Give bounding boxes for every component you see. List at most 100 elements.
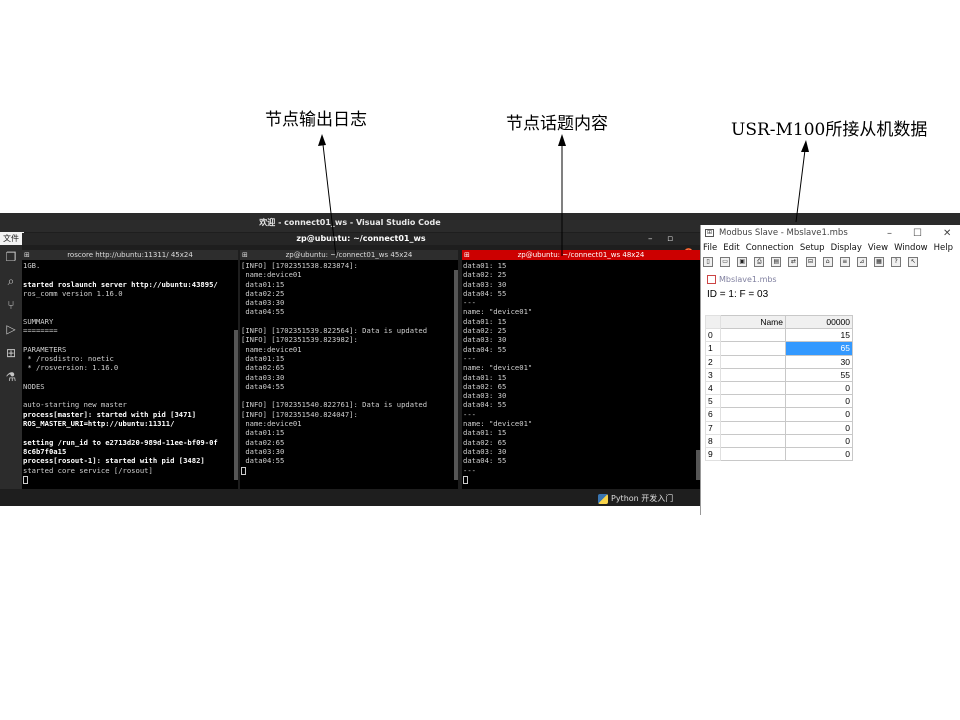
pane-title-text: roscore http://ubuntu:11311/ 45x24 bbox=[67, 251, 193, 259]
vscode-title: 欢迎 - connect01_ws - Visual Studio Code bbox=[0, 213, 700, 232]
corner-cell bbox=[705, 314, 721, 330]
connect-icon[interactable]: ⇄ bbox=[788, 257, 799, 267]
menu-connection[interactable]: Connection bbox=[746, 243, 794, 253]
menu-file[interactable]: 文件 bbox=[3, 233, 19, 244]
value-cell[interactable]: 30 bbox=[785, 354, 853, 369]
modbus-app-icon: ⊞ bbox=[705, 229, 714, 237]
terminal-line: data02: 25 bbox=[463, 326, 507, 336]
setup-icon[interactable]: ⌂ bbox=[822, 257, 833, 267]
document-icon bbox=[707, 275, 716, 284]
terminal-line: process[rosout-1]: started with pid [348… bbox=[23, 456, 205, 466]
value-cell[interactable]: 0 bbox=[785, 407, 853, 422]
menu-view[interactable]: View bbox=[868, 243, 888, 253]
window-icon[interactable]: ▤ bbox=[771, 257, 782, 267]
name-cell[interactable] bbox=[720, 328, 786, 343]
explorer-icon[interactable]: ❐ bbox=[0, 245, 22, 269]
open-icon[interactable]: ▭ bbox=[720, 257, 731, 267]
terminal-line: PARAMETERS bbox=[23, 344, 67, 354]
display-icon[interactable]: ≡ bbox=[839, 257, 850, 267]
scrollbar[interactable] bbox=[234, 330, 238, 480]
pane-title: ⊞ zp@ubuntu: ~/connect01_ws 48x24 bbox=[462, 250, 700, 260]
extensions-icon[interactable]: ⊞ bbox=[0, 341, 22, 365]
run-debug-icon[interactable]: ▷ bbox=[0, 317, 22, 341]
context-help-icon[interactable]: ↖ bbox=[908, 257, 919, 267]
terminal-pane-topic[interactable]: ⊞ zp@ubuntu: ~/connect01_ws 48x24 data01… bbox=[462, 250, 700, 489]
graph-icon[interactable]: ⊿ bbox=[856, 257, 867, 267]
menu-file[interactable]: File bbox=[703, 243, 717, 253]
name-cell[interactable] bbox=[720, 407, 786, 422]
terminal-line: * /rosdistro: noetic bbox=[23, 353, 114, 363]
value-cell[interactable]: 0 bbox=[785, 433, 853, 448]
value-cell[interactable]: 0 bbox=[785, 380, 853, 396]
name-cell[interactable] bbox=[720, 354, 786, 369]
name-cell[interactable] bbox=[720, 394, 786, 409]
disconnect-icon[interactable]: ⊟ bbox=[805, 257, 816, 267]
table-row: 70 bbox=[705, 420, 853, 435]
terminal-line: setting /run_id to e2713d20-989d-11ee-bf… bbox=[23, 437, 218, 447]
terminal-cursor bbox=[241, 466, 453, 475]
communication-icon[interactable]: ▦ bbox=[873, 257, 884, 267]
value-cell[interactable]: 55 bbox=[785, 367, 853, 382]
terminal-line: [INFO] [1702351539.823982]: bbox=[241, 335, 358, 345]
row-index: 1 bbox=[705, 341, 721, 356]
source-control-icon[interactable]: ⑂ bbox=[0, 293, 22, 317]
minimize-icon[interactable]: – bbox=[887, 225, 892, 242]
terminal-line: [INFO] [1702351539.822564]: Data is upda… bbox=[241, 326, 428, 336]
terminal-line: name:device01 bbox=[241, 270, 302, 280]
menu-edit[interactable]: Edit bbox=[723, 243, 739, 253]
pane-title-text: zp@ubuntu: ~/connect01_ws 48x24 bbox=[517, 251, 645, 259]
terminal-pane-roscore[interactable]: ⊞ roscore http://ubuntu:11311/ 45x24 1GB… bbox=[22, 250, 238, 489]
table-row: 50 bbox=[705, 394, 853, 409]
value-cell[interactable]: 15 bbox=[785, 328, 853, 343]
menu-display[interactable]: Display bbox=[831, 243, 862, 253]
terminal-pane-log[interactable]: ⊞ zp@ubuntu: ~/connect01_ws 45x24 [INFO]… bbox=[240, 250, 458, 489]
name-cell[interactable] bbox=[720, 433, 786, 448]
menu-window[interactable]: Window bbox=[894, 243, 928, 253]
save-icon[interactable]: ▣ bbox=[737, 257, 748, 267]
name-cell[interactable] bbox=[720, 367, 786, 382]
menu-help[interactable]: Help bbox=[934, 243, 953, 253]
python-label: Python 开发入门 bbox=[611, 494, 674, 503]
modbus-menubar: File Edit Connection Setup Display View Window… bbox=[703, 243, 959, 253]
terminal-line: ======== bbox=[23, 326, 58, 336]
terminal-title: zp@ubuntu: ~/connect01_ws bbox=[22, 233, 700, 245]
print-icon[interactable]: ⎙ bbox=[754, 257, 765, 267]
vscode-title-extension bbox=[700, 213, 960, 225]
menu-setup[interactable]: Setup bbox=[800, 243, 825, 253]
python-getting-started[interactable]: Python 开发入门 bbox=[598, 493, 673, 504]
value-cell[interactable]: 0 bbox=[785, 446, 853, 462]
name-cell[interactable] bbox=[720, 420, 786, 435]
address-header[interactable]: 00000 bbox=[785, 314, 853, 330]
name-header[interactable]: Name bbox=[720, 314, 786, 330]
scrollbar[interactable] bbox=[454, 270, 458, 480]
name-cell[interactable] bbox=[720, 446, 786, 462]
terminal-line: * /rosversion: 1.16.0 bbox=[23, 363, 119, 373]
value-cell[interactable]: 65 bbox=[785, 341, 853, 356]
terminal-line: data01: 15 bbox=[463, 372, 507, 382]
modbus-toolbar: ▯ ▭ ▣ ⎙ ▤ ⇄ ⊟ ⌂ ≡ ⊿ ▦ ? ↖ bbox=[703, 257, 920, 269]
name-cell[interactable] bbox=[720, 380, 786, 396]
close-icon[interactable]: ✕ bbox=[943, 225, 951, 242]
help-icon[interactable]: ? bbox=[891, 257, 902, 267]
pane-title-text: zp@ubuntu: ~/connect01_ws 45x24 bbox=[285, 251, 413, 259]
maximize-icon[interactable]: ▫ bbox=[667, 234, 673, 244]
minimize-icon[interactable]: – bbox=[648, 234, 653, 244]
testing-icon[interactable]: ⚗ bbox=[0, 365, 22, 389]
terminal-line: started core service [/rosout] bbox=[23, 465, 153, 475]
maximize-icon[interactable]: ☐ bbox=[913, 225, 922, 242]
new-icon[interactable]: ▯ bbox=[703, 257, 713, 267]
terminal-line: --- bbox=[463, 409, 476, 419]
name-cell[interactable] bbox=[720, 341, 786, 356]
value-cell[interactable]: 0 bbox=[785, 394, 853, 409]
search-icon[interactable]: ⌕ bbox=[0, 269, 22, 293]
value-cell[interactable]: 0 bbox=[785, 420, 853, 435]
slave-id-line: ID = 1: F = 03 bbox=[707, 289, 769, 300]
terminal-line: data04:55 bbox=[241, 381, 285, 391]
activity-bar: ❐ ⌕ ⑂ ▷ ⊞ ⚗ bbox=[0, 245, 22, 506]
pane-title: ⊞ zp@ubuntu: ~/connect01_ws 45x24 bbox=[240, 250, 458, 260]
